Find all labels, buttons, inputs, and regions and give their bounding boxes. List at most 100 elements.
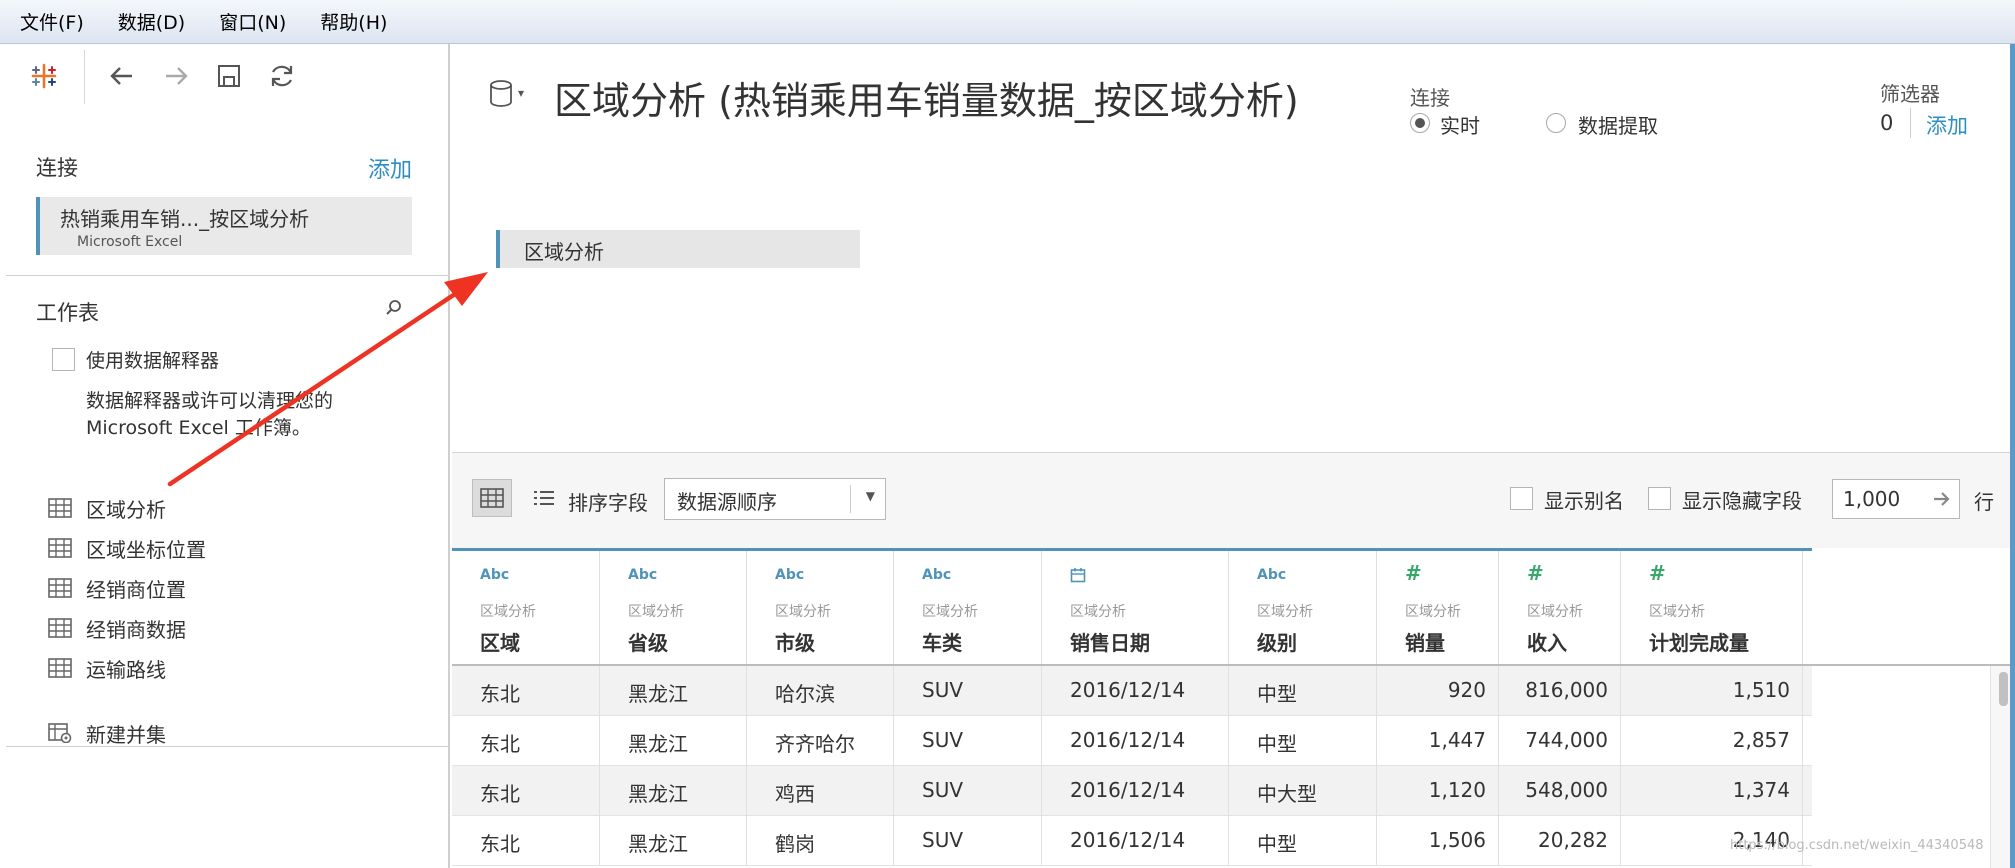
canvas-table-pill[interactable]: 区域分析 — [496, 230, 860, 268]
save-icon[interactable] — [207, 54, 251, 98]
list-view-button[interactable] — [524, 479, 564, 517]
new-union-item[interactable]: 新建并集 — [48, 717, 166, 749]
number-type-icon[interactable]: # — [1649, 561, 1666, 585]
show-hidden-checkbox[interactable] — [1648, 487, 1671, 510]
menu-window[interactable]: 窗口(N) — [217, 4, 288, 39]
column-name: 市级 — [775, 631, 815, 655]
scrollbar-thumb[interactable] — [1999, 672, 2008, 706]
connection-name: 热销乘用车销..._按区域分析 — [60, 207, 310, 231]
menu-data[interactable]: 数据(D) — [116, 4, 187, 39]
table-row[interactable]: 东北 黑龙江 齐齐哈尔 SUV 2016/12/14 中型 1,447 744,… — [452, 716, 1812, 766]
tableau-logo-icon[interactable] — [22, 54, 66, 98]
rows-count-value: 1,000 — [1843, 487, 1901, 511]
column-source: 区域分析 — [1257, 604, 1313, 620]
number-type-icon[interactable]: # — [1527, 561, 1544, 585]
page-title[interactable]: 区域分析 (热销乘用车销量数据_按区域分析) — [554, 70, 1299, 125]
grid-icon — [480, 488, 504, 508]
show-hidden-label: 显示隐藏字段 — [1682, 489, 1802, 513]
column-header[interactable]: # 区域分析 销量 — [1377, 551, 1499, 665]
table-cell: 20,282 — [1499, 816, 1621, 866]
table-row[interactable]: 东北 黑龙江 哈尔滨 SUV 2016/12/14 中型 920 816,000… — [452, 666, 1812, 716]
live-radio[interactable] — [1410, 113, 1430, 133]
sheet-item[interactable]: 区域分析 — [48, 492, 166, 524]
refresh-icon[interactable] — [260, 54, 304, 98]
sort-field-value: 数据源顺序 — [677, 490, 777, 514]
back-arrow-icon[interactable] — [100, 54, 144, 98]
table-cell: SUV — [894, 816, 1042, 866]
table-cell: 中型 — [1229, 716, 1377, 766]
menu-file[interactable]: 文件(F) — [18, 4, 86, 39]
number-type-icon[interactable]: # — [1405, 561, 1422, 585]
column-header[interactable]: # 区域分析 收入 — [1499, 551, 1621, 665]
column-header[interactable]: Abc 区域分析 市级 — [747, 551, 894, 665]
sheet-item[interactable]: 运输路线 — [48, 652, 166, 684]
data-interpreter-checkbox[interactable] — [52, 348, 75, 371]
connections-title: 连接 — [36, 156, 78, 180]
table-icon — [48, 578, 72, 598]
sheet-item[interactable]: 经销商位置 — [48, 572, 186, 604]
table-cell: 2016/12/14 — [1042, 816, 1229, 866]
text-type-icon[interactable]: Abc — [480, 567, 509, 583]
column-name: 销售日期 — [1070, 631, 1150, 655]
column-header[interactable]: 区域分析 销售日期 — [1042, 551, 1229, 665]
select-divider — [850, 485, 851, 513]
table-cell: 鹤岗 — [747, 816, 894, 866]
column-header[interactable]: Abc 区域分析 车类 — [894, 551, 1042, 665]
table-cell: 鸡西 — [747, 766, 894, 816]
table-cell: 744,000 — [1499, 716, 1621, 766]
column-header[interactable]: Abc 区域分析 省级 — [600, 551, 747, 665]
column-name: 区域 — [480, 631, 520, 655]
list-icon — [534, 491, 554, 505]
show-alias-label: 显示别名 — [1544, 489, 1624, 513]
sheet-label: 经销商数据 — [86, 617, 186, 642]
connection-card[interactable]: 热销乘用车销..._按区域分析 Microsoft Excel — [36, 197, 412, 255]
sheets-title: 工作表 — [36, 301, 99, 325]
show-alias-checkbox[interactable] — [1510, 487, 1533, 510]
table-cell: 黑龙江 — [600, 816, 747, 866]
calendar-icon[interactable] — [1070, 567, 1086, 587]
table-row[interactable]: 东北 黑龙江 鸡西 SUV 2016/12/14 中大型 1,120 548,0… — [452, 766, 1812, 816]
search-icon[interactable] — [384, 298, 404, 322]
table-cell: 黑龙江 — [600, 716, 747, 766]
add-filter-link[interactable]: 添加 — [1926, 110, 1968, 140]
column-header[interactable]: Abc 区域分析 级别 — [1229, 551, 1377, 665]
text-type-icon[interactable]: Abc — [922, 567, 951, 583]
arrow-right-icon[interactable] — [1931, 486, 1953, 517]
sidebar-divider — [6, 746, 450, 747]
database-icon[interactable] — [488, 80, 514, 112]
table-cell: 1,374 — [1621, 766, 1803, 816]
data-source-sidebar: 连接 添加 热销乘用车销..._按区域分析 Microsoft Excel 工作… — [0, 44, 450, 868]
menu-bar: 文件(F) 数据(D) 窗口(N) 帮助(H) — [0, 0, 2015, 44]
table-cell: 黑龙江 — [600, 666, 747, 716]
extract-radio-label: 数据提取 — [1578, 114, 1658, 138]
sheet-label: 经销商位置 — [86, 577, 186, 602]
rows-label: 行 — [1974, 490, 1994, 514]
chevron-down-icon[interactable]: ▾ — [518, 86, 524, 100]
toolbar-separator — [84, 50, 85, 104]
table-cell: 东北 — [452, 766, 600, 816]
add-connection-link[interactable]: 添加 — [368, 152, 412, 184]
table-cell: 哈尔滨 — [747, 666, 894, 716]
column-header[interactable]: Abc 区域分析 区域 — [452, 551, 600, 665]
sheet-item[interactable]: 经销商数据 — [48, 612, 186, 644]
extract-radio[interactable] — [1546, 113, 1566, 133]
table-cell: SUV — [894, 716, 1042, 766]
table-row[interactable]: 东北 黑龙江 鹤岗 SUV 2016/12/14 中型 1,506 20,282… — [452, 816, 1812, 866]
text-type-icon[interactable]: Abc — [628, 567, 657, 583]
sidebar-toolbar — [0, 44, 450, 110]
column-source: 区域分析 — [775, 604, 831, 620]
rows-count-input[interactable]: 1,000 — [1832, 479, 1960, 519]
sheet-label: 区域分析 — [86, 497, 166, 522]
column-header[interactable]: # 区域分析 计划完成量 — [1621, 551, 1803, 665]
table-cell: 东北 — [452, 666, 600, 716]
forward-arrow-icon[interactable] — [154, 54, 198, 98]
column-source: 区域分析 — [1405, 604, 1461, 620]
grid-view-button[interactable] — [472, 479, 512, 517]
table-cell: 1,120 — [1377, 766, 1499, 816]
sheet-item[interactable]: 区域坐标位置 — [48, 532, 206, 564]
text-type-icon[interactable]: Abc — [1257, 567, 1286, 583]
text-type-icon[interactable]: Abc — [775, 567, 804, 583]
menu-help[interactable]: 帮助(H) — [318, 4, 389, 39]
sort-field-select[interactable]: 数据源顺序 ▼ — [664, 478, 886, 520]
table-cell: 548,000 — [1499, 766, 1621, 816]
